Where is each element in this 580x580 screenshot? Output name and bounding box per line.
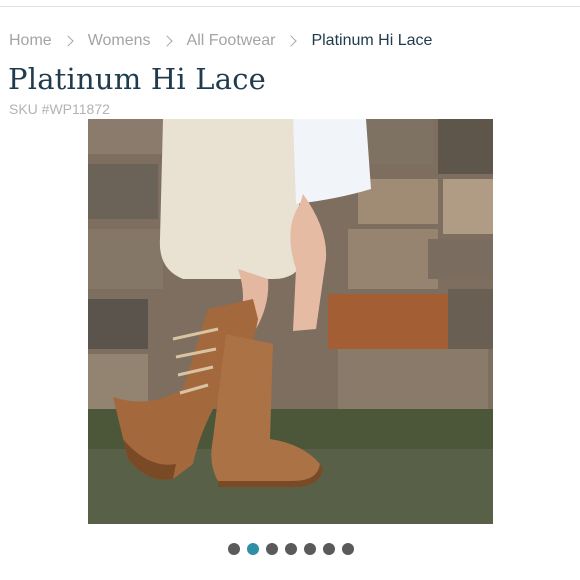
carousel-dot[interactable] [304, 543, 316, 555]
product-image[interactable] [88, 119, 493, 524]
carousel-dot[interactable] [247, 543, 259, 555]
chevron-right-icon [160, 35, 173, 47]
product-title: Platinum Hi Lace [8, 62, 267, 96]
carousel-dot[interactable] [285, 543, 297, 555]
breadcrumb-current-page: Platinum Hi Lace [311, 32, 433, 49]
breadcrumb-home-link[interactable]: Home [9, 32, 52, 50]
carousel-dot[interactable] [266, 543, 278, 555]
product-sku: SKU #WP11872 [9, 101, 110, 117]
breadcrumb: Home Womens All Footwear Platinum Hi Lac… [9, 31, 432, 51]
chevron-right-icon [285, 35, 298, 47]
breadcrumb-all-footwear-link[interactable]: All Footwear [187, 32, 276, 50]
chevron-right-icon [62, 35, 74, 47]
carousel-dot[interactable] [342, 543, 354, 555]
carousel-indicators [228, 543, 354, 555]
carousel-dot[interactable] [228, 543, 240, 555]
carousel-dot[interactable] [323, 543, 335, 555]
top-divider [0, 6, 580, 7]
breadcrumb-womens-link[interactable]: Womens [88, 32, 151, 50]
